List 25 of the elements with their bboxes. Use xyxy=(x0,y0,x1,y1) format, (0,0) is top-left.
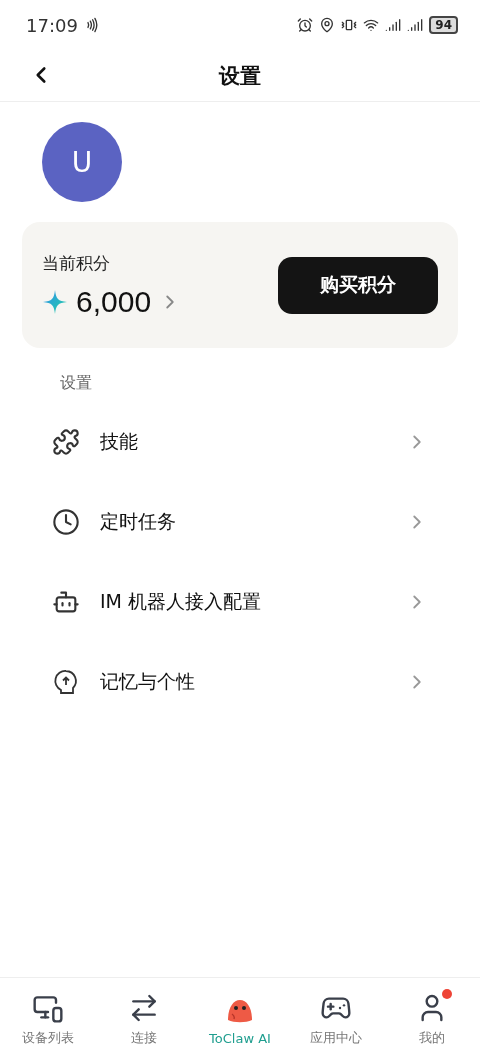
settings-item[interactable]: 记忆与个性 xyxy=(0,642,480,722)
head-icon xyxy=(52,668,80,696)
nav-tab[interactable]: 应用中心 xyxy=(288,992,384,1047)
section-title: 设置 xyxy=(60,373,93,394)
settings-item[interactable]: IM 机器人接入配置 xyxy=(0,562,480,642)
vibrate-icon xyxy=(341,17,358,33)
puzzle-icon xyxy=(52,428,80,456)
signal-icon xyxy=(407,17,424,33)
alarm-icon xyxy=(297,17,314,33)
nav-tab[interactable]: 我的 xyxy=(384,992,480,1047)
page-title: 设置 xyxy=(219,62,261,90)
wifi-icon xyxy=(363,17,380,33)
battery-level: 94 xyxy=(429,16,458,34)
points-label: 当前积分 xyxy=(42,252,110,273)
nav-tab[interactable]: 连接 xyxy=(96,992,192,1047)
nav-tab[interactable]: 设备列表 xyxy=(0,992,96,1047)
location-icon xyxy=(319,17,336,33)
settings-item[interactable]: 定时任务 xyxy=(0,482,480,562)
status-time: 17:09 xyxy=(26,14,78,36)
buy-points-button[interactable]: 购买积分 xyxy=(278,256,438,314)
signal-icon xyxy=(385,17,402,33)
points-value[interactable]: 6,000 xyxy=(42,284,182,319)
settings-item[interactable]: 技能 xyxy=(0,402,480,482)
clock-icon xyxy=(52,508,80,536)
avatar[interactable]: U xyxy=(42,122,122,202)
